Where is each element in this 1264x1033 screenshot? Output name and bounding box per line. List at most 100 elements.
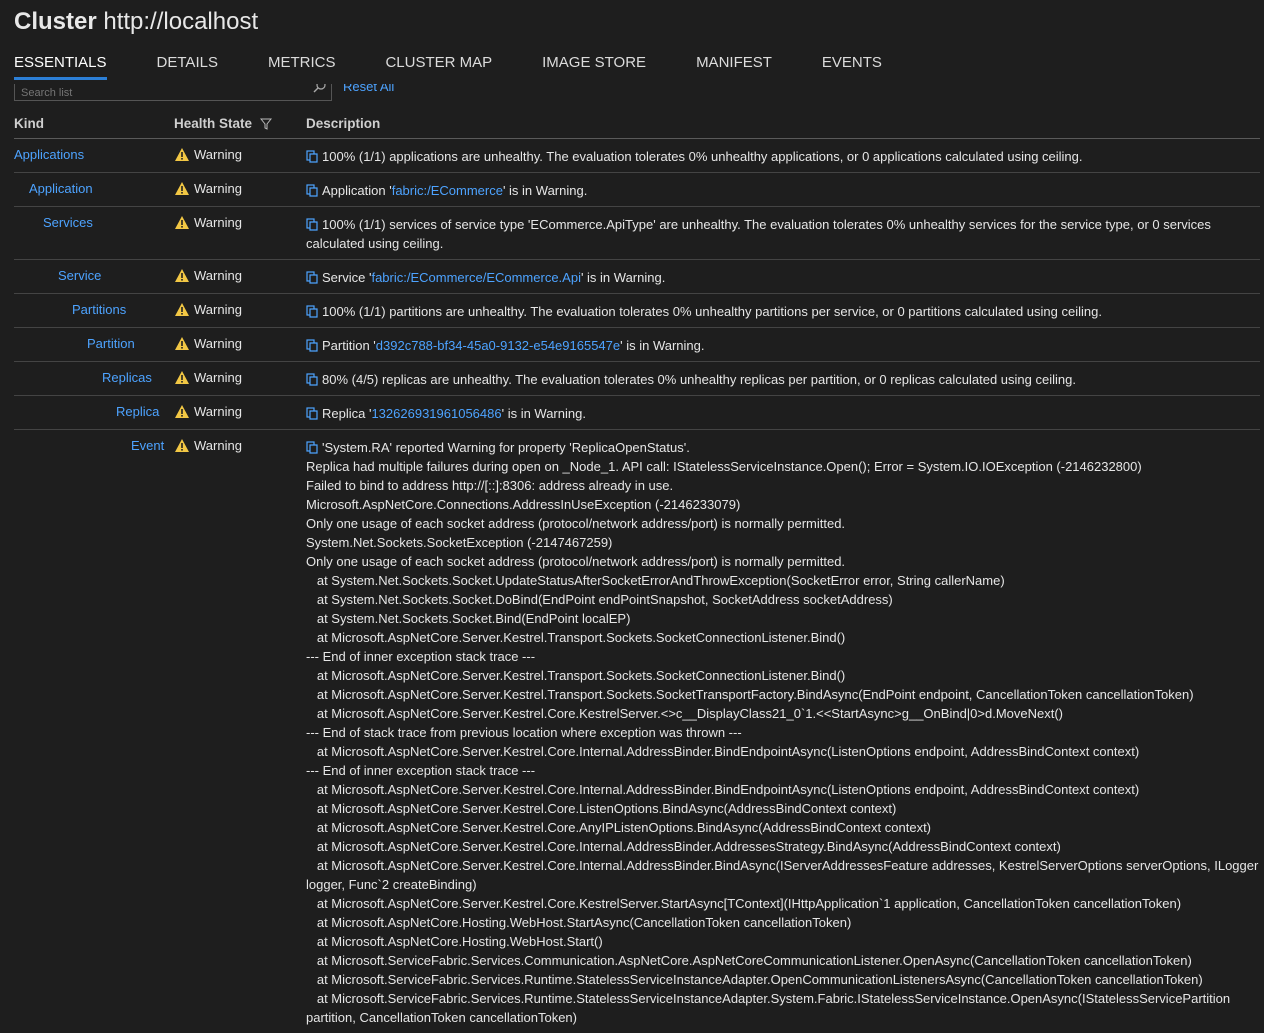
copy-icon[interactable]: [306, 441, 319, 454]
copy-icon[interactable]: [306, 407, 319, 420]
column-kind[interactable]: Kind: [14, 116, 44, 131]
search-box: [14, 84, 332, 101]
health-state: Warning: [174, 266, 242, 285]
description: Application 'fabric:/ECommerce' is in Wa…: [306, 181, 1260, 200]
desc-suffix: ' is in Warning.: [502, 183, 588, 198]
tab-details[interactable]: DETAILS: [157, 54, 218, 80]
kind-link[interactable]: Applications: [14, 145, 84, 164]
copy-icon[interactable]: [306, 305, 319, 318]
table-row: Partitions Warning 100% (1/1) partitions a…: [14, 294, 1260, 328]
table-row: Service Warning Service 'fabric:/ECommerce…: [14, 260, 1260, 294]
tab-essentials[interactable]: ESSENTIALS: [14, 54, 107, 80]
reset-all-link[interactable]: Reset All: [343, 84, 394, 99]
tab-cluster-map[interactable]: CLUSTER MAP: [385, 54, 492, 80]
health-state: Warning: [174, 300, 242, 319]
warning-triangle-icon: [175, 371, 189, 384]
desc-prefix: Replica ': [322, 406, 372, 421]
kind-link[interactable]: Application: [29, 179, 93, 198]
health-label: Warning: [194, 268, 242, 283]
description: 100% (1/1) partitions are unhealthy. The…: [306, 302, 1260, 321]
table-row: Replicas Warning 80% (4/5) replicas are un…: [14, 362, 1260, 396]
copy-icon[interactable]: [306, 184, 319, 197]
column-health-label: Health State: [174, 116, 253, 131]
table-row: Application Warning Application 'fabric:/E…: [14, 173, 1260, 207]
health-label: Warning: [194, 181, 242, 196]
warning-triangle-icon: [175, 303, 189, 316]
table-row: Event Warning 'System.RA' reported Warning…: [14, 430, 1260, 1033]
health-state: Warning: [174, 402, 242, 421]
copy-icon[interactable]: [306, 271, 319, 284]
search-input[interactable]: [15, 87, 311, 99]
kind-link[interactable]: Event: [131, 436, 164, 455]
warning-triangle-icon: [175, 182, 189, 195]
desc-prefix: Partition ': [322, 338, 376, 353]
warning-triangle-icon: [175, 269, 189, 282]
copy-icon[interactable]: [306, 150, 319, 163]
health-label: Warning: [194, 302, 242, 317]
title-bold: Cluster: [14, 8, 97, 35]
search-icon: [313, 84, 326, 93]
description: 100% (1/1) applications are unhealthy. T…: [306, 147, 1260, 166]
tab-events[interactable]: EVENTS: [822, 54, 882, 80]
title-url: http://localhost: [103, 8, 259, 35]
kind-link[interactable]: Replica: [116, 402, 159, 421]
health-state: Warning: [174, 213, 242, 232]
health-state: Warning: [174, 368, 242, 387]
health-state: Warning: [174, 145, 242, 164]
warning-triangle-icon: [175, 148, 189, 161]
desc-text: 100% (1/1) services of service type 'ECo…: [306, 217, 1215, 251]
entity-link[interactable]: fabric:/ECommerce/ECommerce.Api: [371, 270, 581, 285]
page-title: Cluster http://localhost: [14, 8, 258, 36]
table-row: Partition Warning Partition 'd392c788-bf34…: [14, 328, 1260, 362]
copy-icon[interactable]: [306, 373, 319, 386]
kind-link[interactable]: Partitions: [72, 300, 126, 319]
health-label: Warning: [194, 147, 242, 162]
tab-image-store[interactable]: IMAGE STORE: [542, 54, 646, 80]
table-header: Kind Health State Description: [14, 110, 1260, 139]
warning-triangle-icon: [175, 337, 189, 350]
entity-link[interactable]: 132626931961056486: [371, 406, 501, 421]
description: 100% (1/1) services of service type 'ECo…: [306, 215, 1260, 253]
kind-link[interactable]: Service: [58, 266, 101, 285]
health-label: Warning: [194, 336, 242, 351]
kind-link[interactable]: Partition: [87, 334, 135, 353]
filter-icon[interactable]: [259, 118, 272, 130]
warning-triangle-icon: [175, 439, 189, 452]
description: Partition 'd392c788-bf34-45a0-9132-e54e9…: [306, 336, 1260, 355]
copy-icon[interactable]: [306, 218, 319, 231]
desc-suffix: ' is in Warning.: [501, 406, 586, 421]
desc-text: 100% (1/1) partitions are unhealthy. The…: [322, 304, 1102, 319]
tab-bar: ESSENTIALS DETAILS METRICS CLUSTER MAP I…: [14, 54, 932, 80]
health-label: Warning: [194, 370, 242, 385]
desc-text: 100% (1/1) applications are unhealthy. T…: [322, 149, 1083, 164]
description: Service 'fabric:/ECommerce/ECommerce.Api…: [306, 268, 1260, 287]
desc-prefix: Application ': [322, 183, 392, 198]
entity-link[interactable]: fabric:/ECommerce: [392, 183, 503, 198]
desc-text: 'System.RA' reported Warning for propert…: [306, 440, 1259, 1025]
health-state: Warning: [174, 179, 242, 198]
warning-triangle-icon: [175, 216, 189, 229]
tab-manifest[interactable]: MANIFEST: [696, 54, 772, 80]
table-row: Applications Warning 100% (1/1) applicatio…: [14, 139, 1260, 173]
description: 'System.RA' reported Warning for propert…: [306, 438, 1260, 1027]
description: Replica '132626931961056486' is in Warni…: [306, 404, 1260, 423]
entity-link[interactable]: d392c788-bf34-45a0-9132-e54e9165547e: [376, 338, 620, 353]
column-description[interactable]: Description: [306, 116, 380, 131]
health-table: Kind Health State Description Applicatio…: [14, 110, 1260, 1033]
warning-triangle-icon: [175, 405, 189, 418]
kind-link[interactable]: Services: [43, 213, 93, 232]
table-row: Services Warning 100% (1/1) services of se…: [14, 207, 1260, 260]
desc-prefix: Service ': [322, 270, 372, 285]
tab-metrics[interactable]: METRICS: [268, 54, 336, 80]
desc-text: 80% (4/5) replicas are unhealthy. The ev…: [322, 372, 1076, 387]
health-state: Warning: [174, 436, 242, 455]
desc-suffix: ' is in Warning.: [580, 270, 666, 285]
health-label: Warning: [194, 438, 242, 453]
health-label: Warning: [194, 215, 242, 230]
copy-icon[interactable]: [306, 339, 319, 352]
desc-suffix: ' is in Warning.: [620, 338, 705, 353]
kind-link[interactable]: Replicas: [102, 368, 152, 387]
health-label: Warning: [194, 404, 242, 419]
column-health-state[interactable]: Health State: [174, 116, 272, 131]
health-state: Warning: [174, 334, 242, 353]
